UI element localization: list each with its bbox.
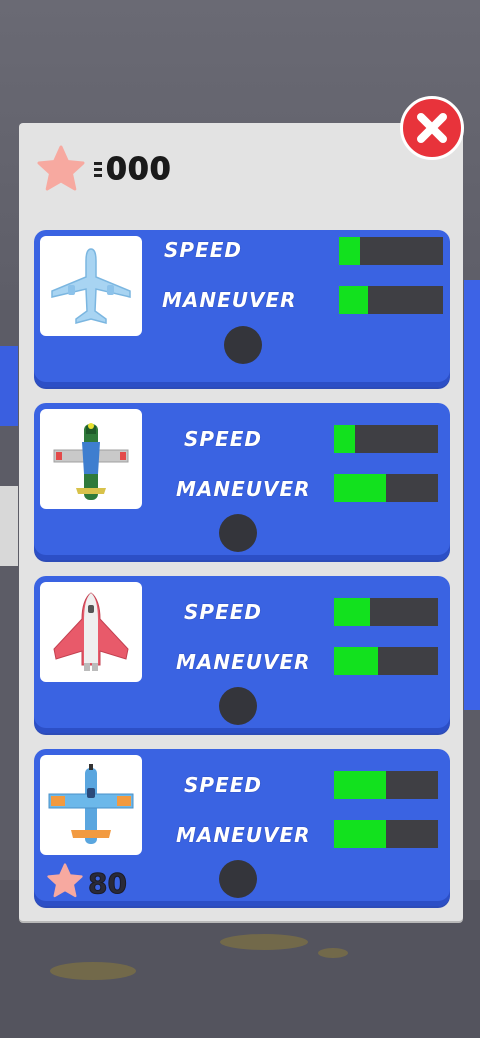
plane-thumbnail xyxy=(40,582,142,682)
price-value: 80 xyxy=(88,866,128,900)
background-side-tab xyxy=(464,280,480,710)
select-dot[interactable] xyxy=(219,687,257,725)
plane-card[interactable]: SPEED MANEUVER xyxy=(34,230,450,387)
maneuver-label: MANEUVER xyxy=(176,650,311,674)
star-icon xyxy=(46,863,84,903)
blue-propeller-plane-icon xyxy=(48,764,134,844)
select-dot[interactable] xyxy=(219,514,257,552)
plane-thumbnail xyxy=(40,236,142,336)
close-icon xyxy=(417,113,447,143)
plane-thumbnail xyxy=(40,755,142,855)
plane-card[interactable]: SPEED MANEUVER xyxy=(34,403,450,560)
plane-card[interactable]: SPEED MANEUVER xyxy=(34,576,450,733)
currency-display: 000 xyxy=(36,145,172,193)
close-button[interactable] xyxy=(400,96,464,160)
background-side-tab xyxy=(0,486,18,566)
colon-separator xyxy=(94,161,102,177)
select-dot[interactable] xyxy=(224,326,262,364)
speed-bar xyxy=(339,237,443,265)
maneuver-label: MANEUVER xyxy=(176,823,311,847)
maneuver-bar xyxy=(334,647,438,675)
shuttle-jet-icon xyxy=(53,592,129,671)
background-side-tab xyxy=(0,346,18,426)
plane-card[interactable]: SPEED MANEUVER 80 xyxy=(34,749,450,906)
maneuver-bar xyxy=(334,474,438,502)
maneuver-bar xyxy=(339,286,443,314)
speed-label: SPEED xyxy=(164,238,242,262)
speed-bar xyxy=(334,771,438,799)
speed-bar xyxy=(334,598,438,626)
star-icon xyxy=(36,145,86,193)
airliner-icon xyxy=(51,248,131,324)
speed-bar xyxy=(334,425,438,453)
speed-label: SPEED xyxy=(184,427,262,451)
background-puddle xyxy=(50,962,136,980)
background-puddle xyxy=(220,934,308,950)
background-puddle xyxy=(318,948,348,958)
select-dot[interactable] xyxy=(219,860,257,898)
speed-label: SPEED xyxy=(184,773,262,797)
plane-price: 80 xyxy=(46,863,127,903)
maneuver-label: MANEUVER xyxy=(162,288,297,312)
plane-thumbnail xyxy=(40,409,142,509)
star-count: 000 xyxy=(106,151,172,187)
propeller-fighter-icon xyxy=(53,423,129,500)
speed-label: SPEED xyxy=(184,600,262,624)
maneuver-label: MANEUVER xyxy=(176,477,311,501)
maneuver-bar xyxy=(334,820,438,848)
